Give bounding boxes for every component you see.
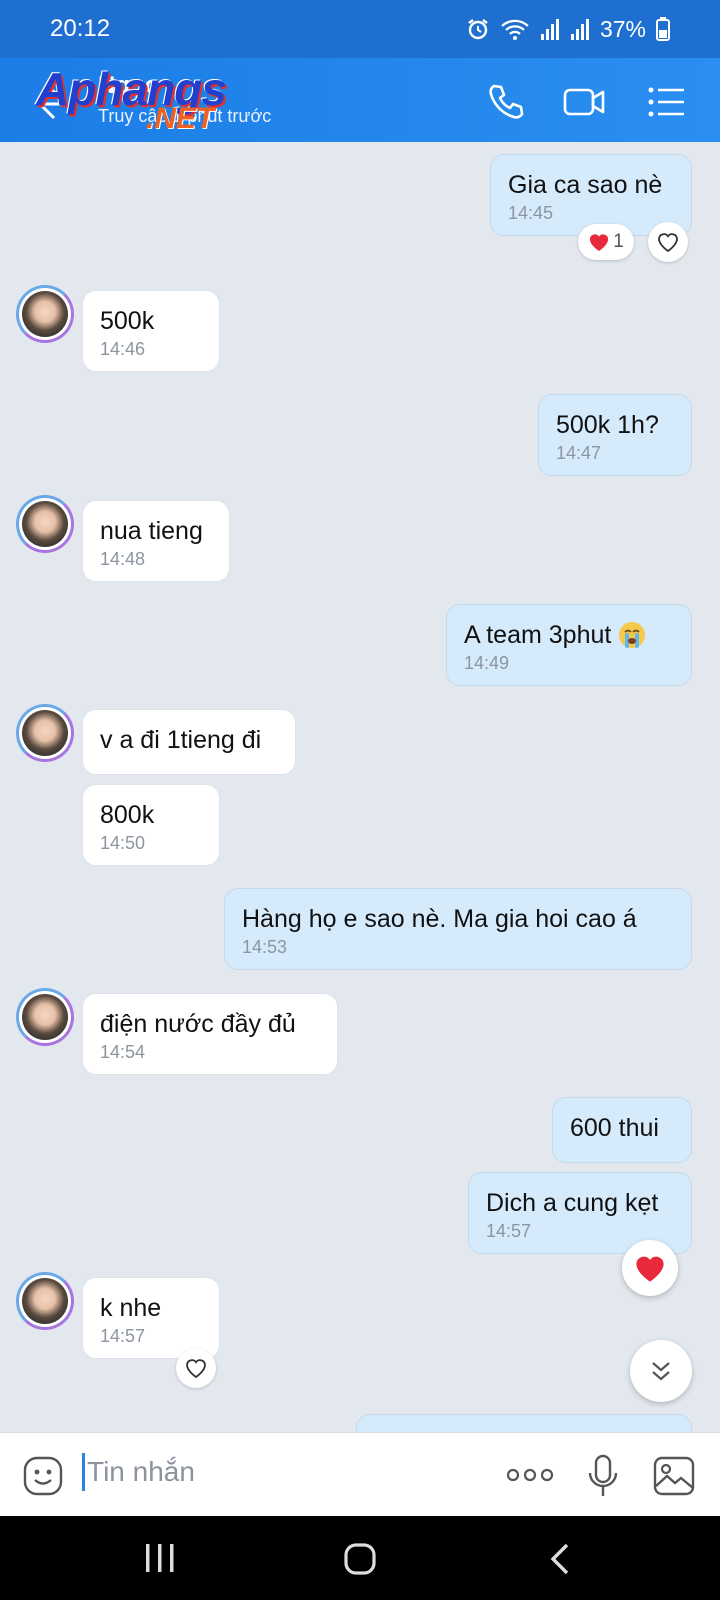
- message-text-row: A team 3phut: [464, 619, 674, 651]
- double-chevron-down-icon: [652, 1362, 670, 1381]
- signal-icon-2: [570, 19, 589, 40]
- reaction-count: 1: [613, 231, 624, 252]
- avatar[interactable]: [16, 285, 74, 343]
- status-bar: 20:12 37%: [0, 0, 720, 58]
- message-time: 14:54: [100, 1042, 146, 1062]
- message-bubble-in[interactable]: nua tieng 14:48: [82, 500, 230, 582]
- image-gallery-icon[interactable]: [652, 1455, 696, 1497]
- wifi-icon: [501, 19, 529, 40]
- message-text: nua tieng: [100, 517, 203, 545]
- battery-icon: [656, 17, 670, 41]
- status-time: 20:12: [50, 15, 111, 42]
- message-bubble-in[interactable]: v a đi 1tieng đi: [82, 709, 296, 775]
- status-icons: 37%: [466, 16, 670, 43]
- message-time: 14:47: [556, 443, 602, 463]
- message-bubble-in[interactable]: 500k 14:46: [82, 290, 220, 372]
- system-navigation-bar: [0, 1516, 720, 1600]
- message-bubble-out[interactable]: 500k 1h? 14:47: [538, 394, 692, 476]
- heart-icon: [590, 234, 609, 252]
- emoji-sticker-icon[interactable]: [22, 1455, 64, 1497]
- message-time: 14:57: [486, 1221, 532, 1241]
- heart-outline-icon: [658, 233, 678, 253]
- message-bubble-in[interactable]: điện nước đầy đủ 14:54: [82, 993, 338, 1075]
- message-time: 14:46: [100, 339, 146, 359]
- heart-outline-icon: [186, 1359, 206, 1379]
- add-reaction-button[interactable]: [176, 1348, 216, 1388]
- message-time: 14:49: [464, 653, 510, 673]
- add-reaction-button[interactable]: [648, 222, 688, 262]
- heart-reaction-button[interactable]: [622, 1240, 678, 1296]
- message-time: 14:53: [242, 937, 288, 957]
- watermark-logo: Aphangs .NET: [36, 62, 296, 138]
- message-bubble-out[interactable]: Hàng họ e sao nè. Ma gia hoi cao á 14:53: [224, 888, 692, 970]
- heart-icon: [636, 1256, 664, 1282]
- message-text: A team 3phut: [464, 621, 612, 649]
- avatar[interactable]: [16, 495, 74, 553]
- message-time: 14:48: [100, 549, 146, 569]
- message-time: 14:45: [508, 203, 554, 223]
- message-text: Hàng họ e sao nè. Ma gia hoi cao á: [242, 905, 637, 933]
- message-text: 600 thui: [570, 1114, 659, 1142]
- avatar[interactable]: [16, 988, 74, 1046]
- message-time: 14:57: [100, 1326, 146, 1346]
- message-text: 500k 1h?: [556, 411, 659, 439]
- recent-apps-icon[interactable]: [142, 1542, 178, 1574]
- video-call-icon[interactable]: [562, 80, 606, 124]
- message-text: k nhe: [100, 1294, 162, 1322]
- scroll-to-bottom-button[interactable]: [630, 1340, 692, 1402]
- message-text: v a đi 1tieng đi: [100, 726, 262, 754]
- avatar[interactable]: [16, 1272, 74, 1330]
- message-bubble-out-partial[interactable]: [356, 1414, 692, 1432]
- message-text: 500k: [100, 307, 155, 335]
- avatar[interactable]: [16, 704, 74, 762]
- message-text: 800k: [100, 801, 155, 829]
- alarm-icon: [468, 19, 488, 40]
- message-bubble-in[interactable]: k nhe 14:57: [82, 1277, 220, 1359]
- menu-list-icon[interactable]: [644, 80, 688, 124]
- message-text: điện nước đầy đủ: [100, 1010, 296, 1038]
- reaction-count-pill[interactable]: 1: [578, 224, 634, 260]
- message-bubble-in[interactable]: 800k 14:50: [82, 784, 220, 866]
- home-icon[interactable]: [343, 1542, 377, 1576]
- message-text: Dich a cung kẹt: [486, 1189, 659, 1217]
- more-options-icon[interactable]: [505, 1463, 555, 1487]
- phone-call-icon[interactable]: [484, 80, 528, 124]
- message-input[interactable]: Tin nhắn: [82, 1453, 195, 1491]
- message-time: 14:50: [100, 833, 146, 853]
- back-nav-icon[interactable]: [548, 1542, 572, 1576]
- message-bubble-out[interactable]: 600 thui: [552, 1097, 692, 1163]
- message-input-bar: Tin nhắn: [0, 1432, 720, 1517]
- message-text: Gia ca sao nè: [508, 171, 663, 199]
- microphone-icon[interactable]: [586, 1453, 620, 1499]
- message-bubble-out[interactable]: A team 3phut 14:49: [446, 604, 692, 686]
- battery-percent: 37%: [599, 15, 646, 42]
- signal-icon-1: [540, 19, 559, 40]
- message-list[interactable]: Gia ca sao nè 14:45 1 500k 14:46 500k 1h…: [0, 142, 720, 1432]
- crying-emoji-icon: [619, 622, 646, 648]
- watermark-domain: .NET: [146, 102, 215, 135]
